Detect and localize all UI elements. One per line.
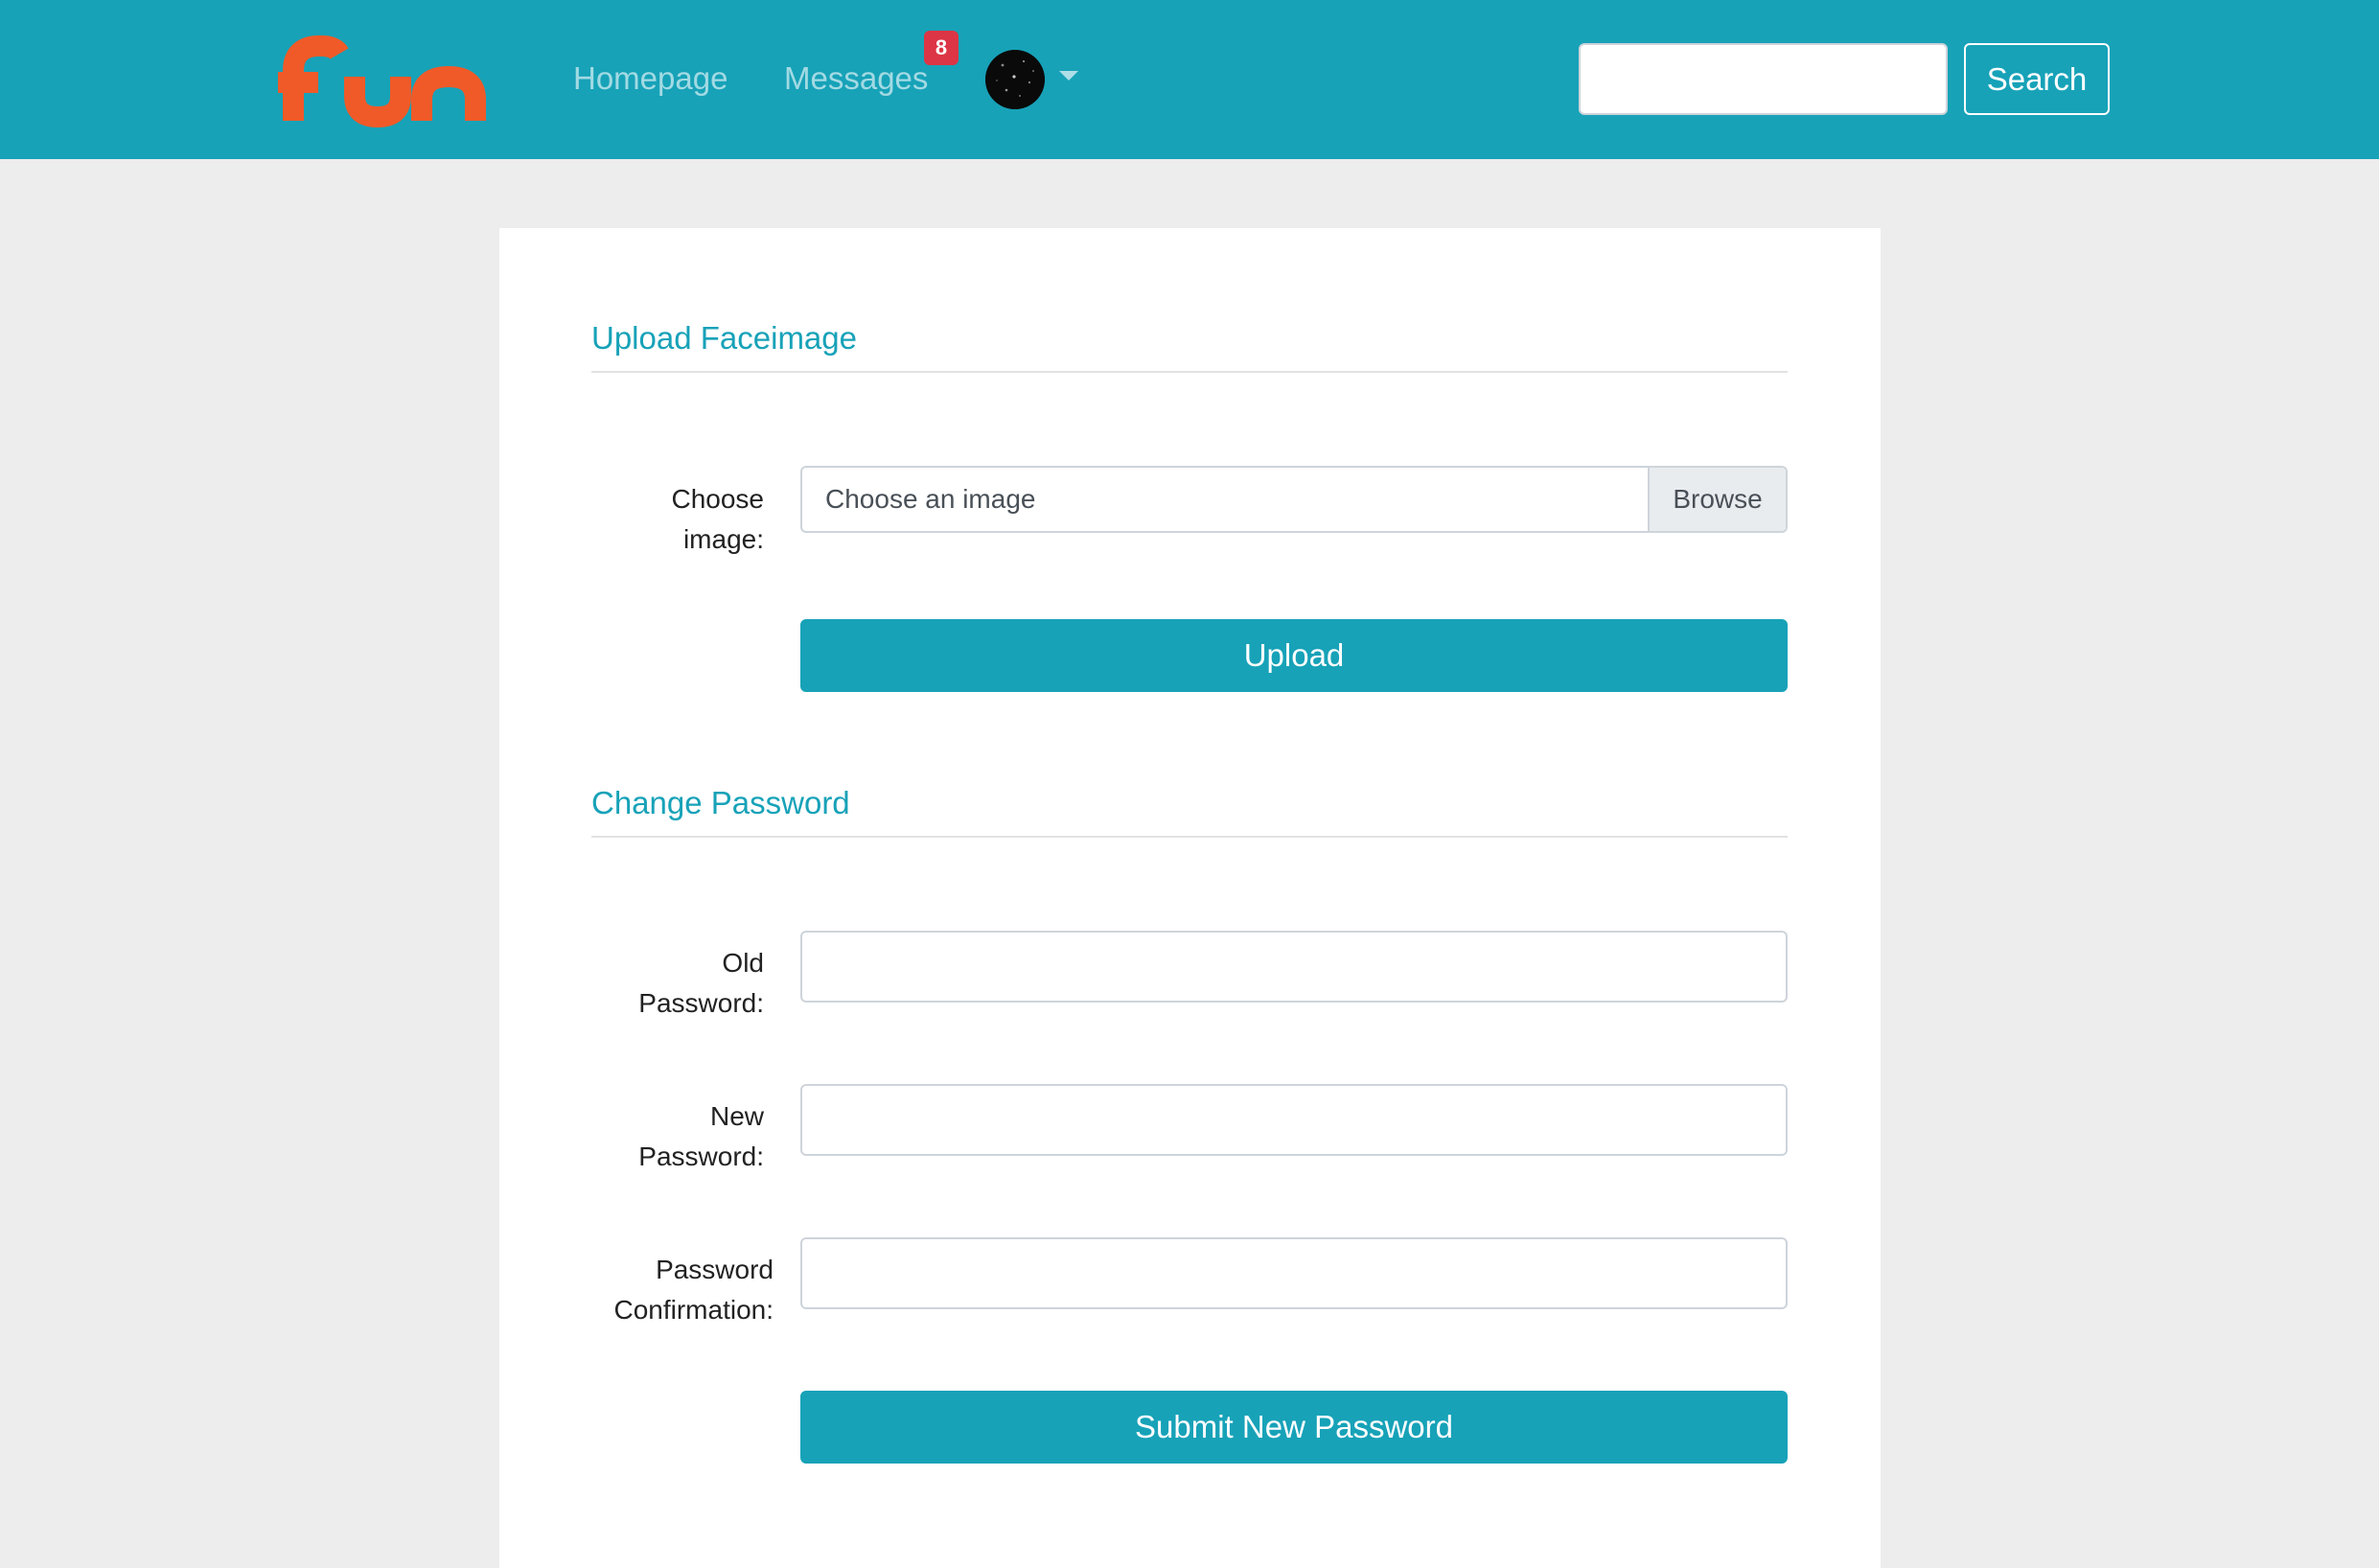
old-password-field[interactable] <box>800 931 1788 1003</box>
choose-image-label-line1: Choose <box>671 484 764 514</box>
section-divider <box>591 371 1788 373</box>
old-password-label-line1: Old <box>722 948 764 978</box>
user-avatar[interactable] <box>985 50 1045 109</box>
old-password-label-line2: Password: <box>638 988 764 1018</box>
choose-image-label: Choose image: <box>591 479 764 560</box>
file-picker[interactable]: Choose an image Browse <box>800 466 1788 533</box>
new-password-field[interactable] <box>800 1084 1788 1156</box>
submit-new-password-button[interactable]: Submit New Password <box>800 1391 1788 1464</box>
choose-image-label-line2: image: <box>682 524 764 554</box>
new-password-label-line1: New <box>709 1101 764 1131</box>
search-input[interactable] <box>1579 43 1948 115</box>
file-picker-placeholder: Choose an image <box>825 484 1036 514</box>
password-confirmation-label-line2: Confirmation: <box>613 1295 774 1325</box>
fun-logo[interactable] <box>276 33 493 128</box>
new-password-label-line2: Password: <box>638 1141 764 1171</box>
password-confirmation-field[interactable] <box>800 1237 1788 1309</box>
section-divider <box>591 836 1788 838</box>
avatar-image-icon <box>985 50 1045 109</box>
settings-card: Upload Faceimage Choose image: Choose an… <box>499 228 1881 1568</box>
upload-section-title: Upload Faceimage <box>591 320 857 356</box>
upload-button[interactable]: Upload <box>800 619 1788 692</box>
search-button[interactable]: Search <box>1964 43 2110 115</box>
change-password-title: Change Password <box>591 785 850 820</box>
messages-count-badge: 8 <box>924 31 959 65</box>
top-navbar: Homepage Messages 8 Search <box>0 0 2379 159</box>
new-password-label: New Password: <box>591 1096 764 1177</box>
nav-homepage-link[interactable]: Homepage <box>573 58 728 100</box>
browse-button[interactable]: Browse <box>1648 468 1786 531</box>
password-confirmation-label: Password Confirmation: <box>591 1250 774 1330</box>
nav-messages-link[interactable]: Messages <box>784 58 928 100</box>
caret-down-icon[interactable] <box>1059 71 1078 81</box>
old-password-label: Old Password: <box>591 943 764 1024</box>
password-confirmation-label-line1: Password <box>656 1255 774 1284</box>
